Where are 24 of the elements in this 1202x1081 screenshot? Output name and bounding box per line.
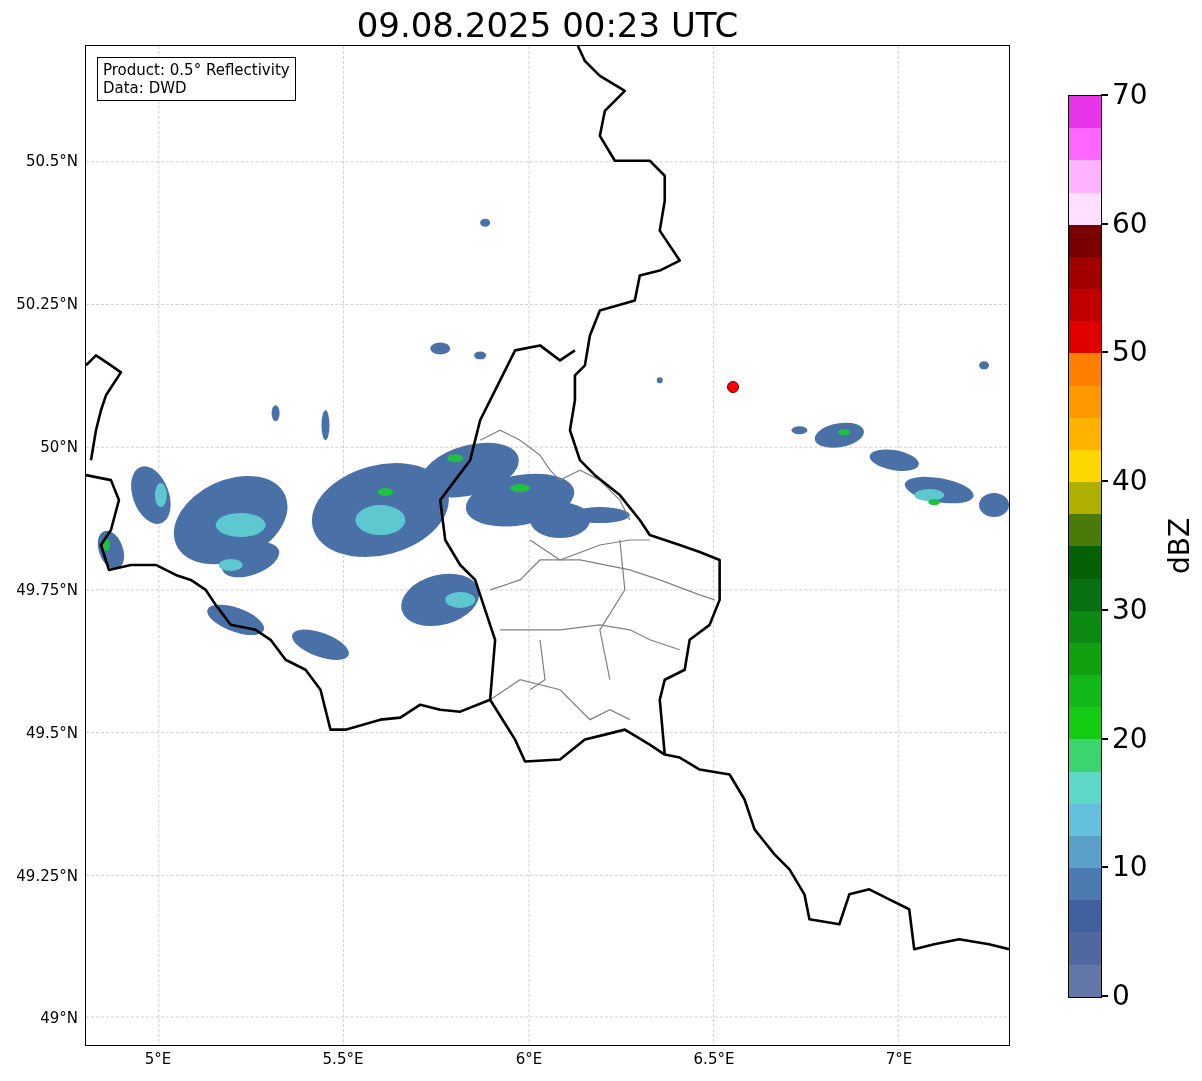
- colorbar-tick-label: 0: [1112, 980, 1130, 1012]
- colorbar-label: dBZ: [1164, 516, 1196, 576]
- axis-tick-label: 5.5°E: [321, 1050, 365, 1068]
- colorbar-tick-label: 30: [1112, 593, 1148, 626]
- info-text: Product: 0.5° Reflectivity: [103, 61, 290, 79]
- axis-tick-label: 49.75°N: [16, 581, 78, 599]
- axis-tick-label: 6°E: [514, 1050, 544, 1068]
- axis-tick-label: 50°N: [40, 438, 78, 456]
- colorbar-tick-label: 20: [1112, 722, 1148, 755]
- axis-tick-label: 5°E: [143, 1050, 173, 1068]
- colorbar-tick-label: 70: [1112, 79, 1148, 111]
- chart-title: 09.08.2025 00:23 UTC: [355, 5, 740, 45]
- axis-tick-label: 50.25°N: [16, 295, 78, 313]
- colorbar-tick-label: 50: [1112, 336, 1148, 369]
- axis-tick-label: 50.5°N: [25, 152, 78, 170]
- axis-tick-label: 49.25°N: [16, 867, 78, 885]
- colorbar-tick-label: 40: [1112, 465, 1148, 498]
- axis-tick-label: 6.5°E: [692, 1050, 736, 1068]
- axis-tick-label: 49.5°N: [25, 724, 78, 742]
- axis-tick-label: 7°E: [884, 1050, 914, 1068]
- colorbar-tick-label: 10: [1112, 851, 1148, 884]
- info-text: Data: DWD: [103, 79, 188, 97]
- axis-tick-label: 49°N: [40, 1009, 78, 1027]
- colorbar-tick-label: 60: [1112, 207, 1148, 240]
